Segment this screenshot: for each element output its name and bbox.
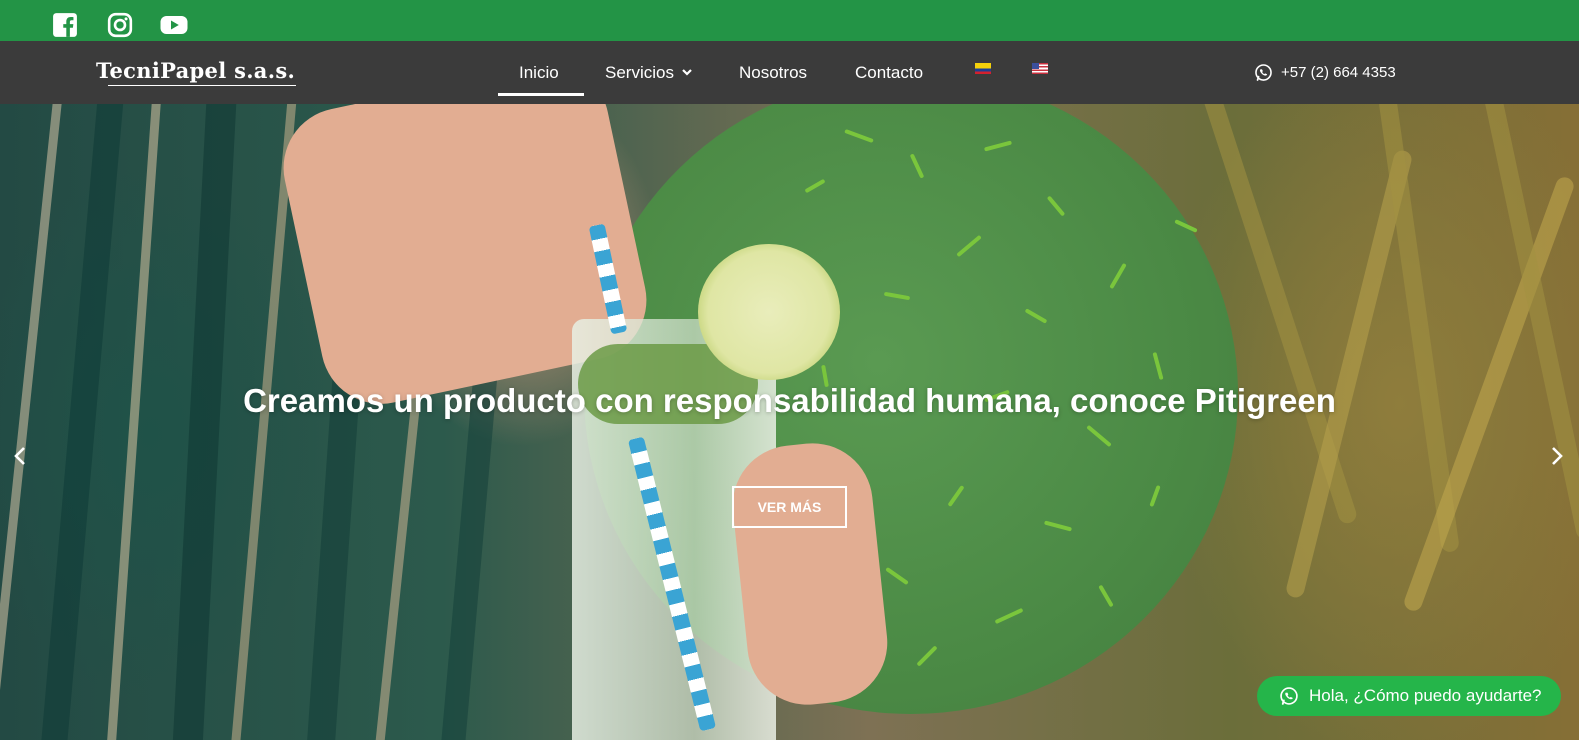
nav-item-servicios[interactable]: Servicios <box>605 63 692 83</box>
nav-item-nosotros[interactable]: Nosotros <box>739 63 807 83</box>
confetti-dash <box>1152 351 1164 381</box>
whatsapp-chat-button[interactable]: Hola, ¿Cómo puedo ayudarte? <box>1257 676 1561 716</box>
chevron-right-icon[interactable] <box>1548 446 1566 466</box>
background-stripe <box>171 104 239 740</box>
confetti-dash <box>1046 195 1066 217</box>
phone-number: +57 (2) 664 4353 <box>1281 64 1396 81</box>
confetti-dash <box>804 178 826 194</box>
confetti-dash <box>883 291 911 301</box>
flag-usa-icon[interactable] <box>1032 63 1048 74</box>
whatsapp-icon <box>1255 64 1272 81</box>
phone-link[interactable]: +57 (2) 664 4353 <box>1254 63 1396 82</box>
hero-slider: Creamos un producto con responsabilidad … <box>0 104 1579 740</box>
confetti-dash <box>1174 219 1198 233</box>
confetti-dash <box>1043 520 1073 532</box>
nav-item-contacto[interactable]: Contacto <box>855 63 923 83</box>
confetti-dash <box>1109 262 1127 290</box>
confetti-dash <box>983 140 1013 152</box>
site-logo[interactable]: TecniPapel s.a.s. <box>96 58 295 83</box>
nav-item-inicio[interactable]: Inicio <box>519 63 559 83</box>
chat-label: Hola, ¿Cómo puedo ayudarte? <box>1309 686 1542 705</box>
confetti-dash <box>916 645 938 667</box>
whatsapp-icon <box>1280 687 1298 705</box>
confetti-dash <box>909 153 925 179</box>
lime-slice-image <box>698 244 840 380</box>
confetti-dash <box>994 607 1024 625</box>
confetti-dash <box>1024 308 1048 324</box>
confetti-dash <box>956 234 982 258</box>
instagram-icon[interactable] <box>107 12 133 38</box>
confetti-dash <box>885 566 909 586</box>
confetti-dash <box>1086 424 1112 448</box>
nav-item-servicios-label: Servicios <box>605 63 674 82</box>
chevron-down-icon <box>682 69 692 76</box>
confetti-dash <box>1098 584 1114 608</box>
nav-active-indicator <box>498 93 584 96</box>
background-plant <box>1482 104 1579 541</box>
confetti-dash <box>1149 484 1161 508</box>
chevron-left-icon[interactable] <box>11 446 29 466</box>
main-navbar: TecniPapel s.a.s. Inicio Servicios Nosot… <box>0 41 1579 104</box>
social-topbar <box>0 0 1579 41</box>
confetti-dash <box>844 128 874 144</box>
youtube-icon[interactable] <box>160 12 188 38</box>
ver-mas-button[interactable]: VER MÁS <box>732 486 847 528</box>
confetti-dash <box>947 485 965 507</box>
logo-underline <box>108 85 296 86</box>
facebook-icon[interactable] <box>52 12 78 38</box>
hero-title: Creamos un producto con responsabilidad … <box>243 382 1336 419</box>
flag-colombia-icon[interactable] <box>975 63 991 74</box>
